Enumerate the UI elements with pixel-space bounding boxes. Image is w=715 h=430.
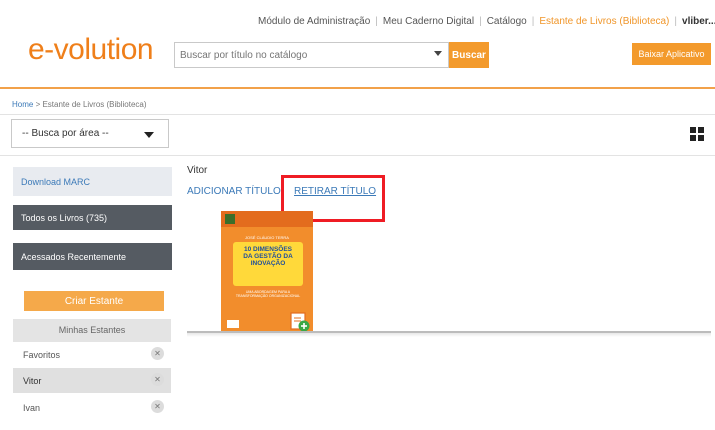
remove-shelf-icon[interactable]: ✕ (151, 347, 164, 360)
book-author: JOSÉ CLÁUDIO TERRA (245, 235, 289, 240)
all-books-button[interactable]: Todos os Livros (735) (13, 205, 172, 230)
add-title-link[interactable]: ADICIONAR TÍTULO (187, 186, 281, 197)
shelf-item-ivan[interactable]: Ivan ✕ (13, 395, 171, 420)
shelf-label: Favoritos (23, 350, 61, 360)
remove-shelf-icon[interactable]: ✕ (151, 400, 164, 413)
create-shelf-button[interactable]: Criar Estante (24, 291, 164, 311)
top-nav: Módulo de Administração | Meu Caderno Digi… (258, 16, 715, 27)
search-input[interactable] (175, 43, 415, 67)
nav-catalog[interactable]: Catálogo (487, 16, 527, 27)
divider (0, 155, 715, 156)
nav-admin[interactable]: Módulo de Administração (258, 16, 370, 27)
remove-shelf-icon[interactable]: ✕ (151, 373, 164, 386)
book-title-line: DA GESTÃO DA (243, 253, 293, 260)
my-shelves-header: Minhas Estantes (13, 319, 171, 342)
publisher-mark-icon (227, 320, 239, 328)
search-box (174, 42, 449, 68)
shelf-item-vitor[interactable]: Vitor ✕ (13, 368, 171, 393)
add-to-shelf-icon[interactable] (290, 312, 310, 332)
search-dropdown-caret-icon[interactable] (434, 51, 442, 56)
breadcrumb-home[interactable]: Home (12, 100, 33, 109)
download-marc-link[interactable]: Download MARC (13, 167, 172, 196)
book-subtitle: UMA ABORDAGEM PARA A TRANSFORMAÇÃO ORGAN… (235, 290, 301, 298)
breadcrumb-current: Estante de Livros (Biblioteca) (42, 100, 147, 109)
area-select[interactable]: -- Busca por área -- (11, 119, 169, 148)
recent-books-button[interactable]: Acessados Recentemente (13, 243, 172, 270)
nav-notebook[interactable]: Meu Caderno Digital (383, 16, 474, 27)
divider (0, 114, 715, 115)
publisher-logo-icon (225, 214, 235, 224)
breadcrumb: Home > Estante de Livros (Biblioteca) (12, 100, 147, 109)
book-title-line: INOVAÇÃO (250, 260, 286, 267)
shelf-bar (187, 331, 711, 337)
shelf-title: Vitor (187, 165, 208, 176)
shelf-label: Ivan (23, 403, 41, 413)
grid-view-icon[interactable] (690, 127, 704, 141)
chevron-down-icon (144, 132, 154, 138)
book-title-line: 10 DIMENSÕES (243, 246, 293, 253)
book-title: 10 DIMENSÕES DA GESTÃO DA INOVAÇÃO (233, 246, 303, 267)
logo[interactable]: e-volution (28, 33, 154, 67)
area-select-value: -- Busca por área -- (22, 128, 109, 139)
header-divider (0, 87, 715, 89)
nav-bookshelf[interactable]: Estante de Livros (Biblioteca) (539, 16, 669, 27)
shelf-label: Vitor (23, 376, 42, 386)
search-button[interactable]: Buscar (449, 42, 489, 68)
download-app-button[interactable]: Baixar Aplicativo (632, 43, 711, 65)
shelf-item-favoritos[interactable]: Favoritos ✕ (13, 342, 171, 367)
user-menu[interactable]: vliber... (682, 16, 715, 27)
